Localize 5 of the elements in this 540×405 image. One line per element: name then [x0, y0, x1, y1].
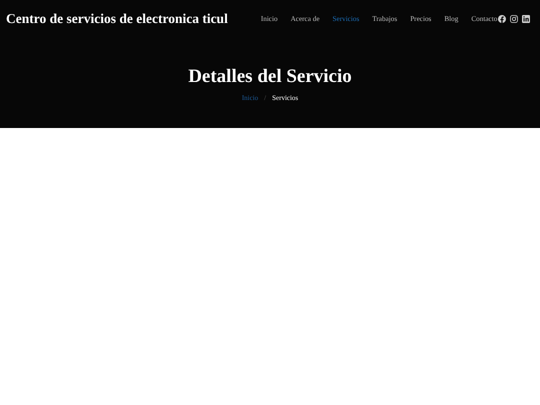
- page-title: Detalles del Servicio: [188, 66, 352, 88]
- square-in-icon[interactable]: [522, 14, 530, 22]
- site-title[interactable]: Centro de servicios de electronica ticul: [6, 10, 228, 26]
- circle-f-icon[interactable]: [498, 14, 506, 22]
- camera-icon[interactable]: [510, 14, 518, 22]
